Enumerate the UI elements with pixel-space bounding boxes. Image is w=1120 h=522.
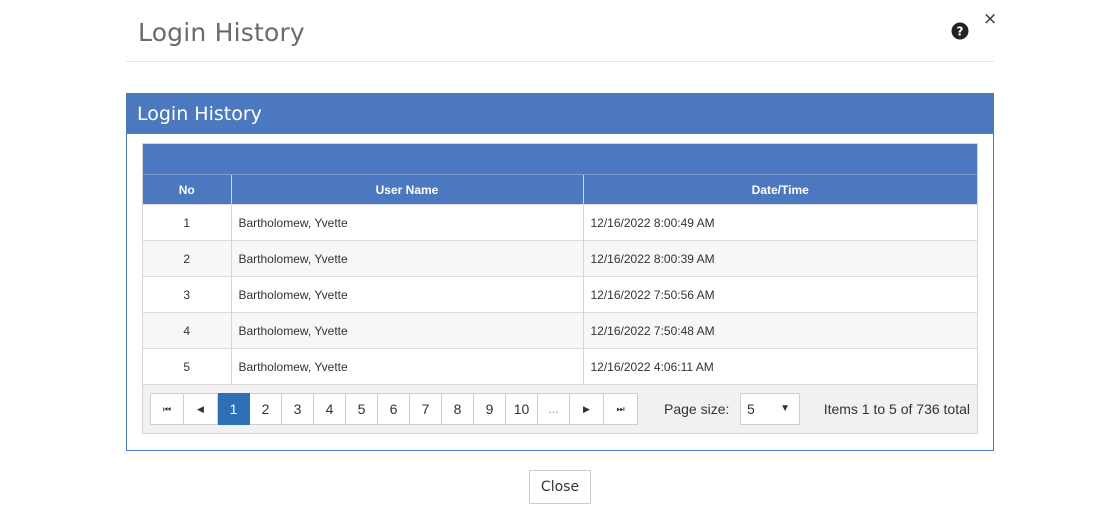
page-button-3[interactable]: 3 — [282, 393, 314, 425]
page-button-10[interactable]: 10 — [506, 393, 538, 425]
more-pages-button[interactable]: ... — [538, 393, 570, 425]
row-user-name: Bartholomew, Yvette — [230, 204, 583, 241]
page-button-2[interactable]: 2 — [250, 393, 282, 425]
row-user-name: Bartholomew, Yvette — [230, 240, 583, 277]
login-history-grid: No User Name Date/Time 1 Bartholomew, Yv… — [142, 143, 978, 434]
pager-buttons: ⏮ ◀ 1 2 3 4 5 6 7 8 9 10 ... ▶ ⏭ — [150, 393, 638, 425]
row-number: 2 — [143, 240, 231, 277]
row-number: 5 — [143, 348, 231, 384]
grid-toolbar — [143, 144, 977, 175]
column-header-no[interactable]: No — [143, 175, 231, 205]
page-button-9[interactable]: 9 — [474, 393, 506, 425]
table-row[interactable]: 3 Bartholomew, Yvette 12/16/2022 7:50:56… — [143, 276, 977, 313]
table-row[interactable]: 4 Bartholomew, Yvette 12/16/2022 7:50:48… — [143, 312, 977, 349]
page-size-label: Page size: — [664, 401, 730, 417]
dialog-title: Login History — [138, 18, 305, 47]
table-row[interactable]: 1 Bartholomew, Yvette 12/16/2022 8:00:49… — [143, 204, 977, 241]
question-circle-icon[interactable]: ? — [951, 22, 969, 40]
page-button-5[interactable]: 5 — [346, 393, 378, 425]
row-number: 4 — [143, 312, 231, 349]
row-date-time: 12/16/2022 4:06:11 AM — [582, 348, 977, 384]
page-size-value: 5 — [747, 401, 755, 417]
row-number: 1 — [143, 204, 231, 241]
last-page-icon[interactable]: ⏭ — [604, 393, 638, 425]
login-history-table: No User Name Date/Time 1 Bartholomew, Yv… — [143, 175, 977, 384]
next-page-icon[interactable]: ▶ — [570, 393, 604, 425]
table-row[interactable]: 5 Bartholomew, Yvette 12/16/2022 4:06:11… — [143, 348, 977, 384]
previous-page-icon[interactable]: ◀ — [184, 393, 218, 425]
page-button-4[interactable]: 4 — [314, 393, 346, 425]
column-header-date-time[interactable]: Date/Time — [582, 175, 977, 205]
pager: ⏮ ◀ 1 2 3 4 5 6 7 8 9 10 ... ▶ ⏭ Page si… — [143, 384, 977, 433]
row-number: 3 — [143, 276, 231, 313]
row-user-name: Bartholomew, Yvette — [230, 312, 583, 349]
page-button-1[interactable]: 1 — [218, 393, 250, 425]
table-row[interactable]: 2 Bartholomew, Yvette 12/16/2022 8:00:39… — [143, 240, 977, 277]
row-date-time: 12/16/2022 7:50:48 AM — [582, 312, 977, 349]
login-history-panel: Login History No User Name Date/Time 1 B… — [126, 93, 994, 451]
page-button-6[interactable]: 6 — [378, 393, 410, 425]
row-date-time: 12/16/2022 8:00:49 AM — [582, 204, 977, 241]
pager-info: Items 1 to 5 of 736 total — [823, 401, 970, 417]
panel-title: Login History — [127, 94, 993, 134]
close-button[interactable]: Close — [529, 470, 591, 504]
svg-text:?: ? — [957, 25, 964, 39]
page-button-8[interactable]: 8 — [442, 393, 474, 425]
row-date-time: 12/16/2022 7:50:56 AM — [582, 276, 977, 313]
page-size-select[interactable]: 5 ▼ — [740, 393, 800, 425]
row-user-name: Bartholomew, Yvette — [230, 348, 583, 384]
row-date-time: 12/16/2022 8:00:39 AM — [582, 240, 977, 277]
chevron-down-icon: ▼ — [780, 403, 790, 414]
page-button-7[interactable]: 7 — [410, 393, 442, 425]
first-page-icon[interactable]: ⏮ — [150, 393, 184, 425]
row-user-name: Bartholomew, Yvette — [230, 276, 583, 313]
column-header-user-name[interactable]: User Name — [230, 175, 583, 205]
header-divider — [126, 61, 994, 62]
close-icon[interactable]: × — [983, 9, 997, 29]
